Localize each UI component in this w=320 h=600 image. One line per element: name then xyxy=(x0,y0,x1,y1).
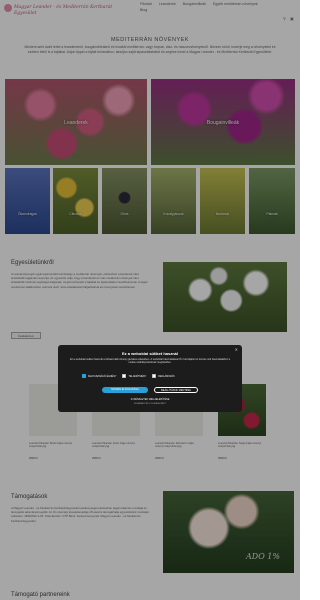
show-details-link[interactable]: ⚙ RÉSZLETEK MEGJELENÍTÉSE xyxy=(58,398,242,401)
cookie-categories: FELHASZNÁLÓI ÉLMÉNY TELJESÍTMÉNY REKLÁMO… xyxy=(82,374,242,378)
cookie-check-advertising[interactable]: REKLÁMOZÁS xyxy=(152,374,175,378)
cookie-check-performance[interactable]: TELJESÍTMÉNY xyxy=(122,374,146,378)
details-label: RÉSZLETEK MEGJELENÍTÉSE xyxy=(133,398,170,401)
checkbox-label: FELHASZNÁLÓI ÉLMÉNY xyxy=(88,374,117,378)
cookie-text: Ez a weboldal sütiket használ a felhaszn… xyxy=(69,358,231,365)
checkbox[interactable] xyxy=(152,374,157,378)
accept-all-button[interactable]: MINDEN ELFOGADÁSA xyxy=(102,387,148,393)
cookie-overlay xyxy=(0,0,300,600)
powered-by-link[interactable]: POWERED BY COOKIESCRIPT xyxy=(58,403,242,405)
cookie-title: Ez a weboldal sütiket használ xyxy=(121,351,178,356)
cookie-modal: ✕ Ez a weboldal sütiket használ Ez a web… xyxy=(58,345,242,412)
checkbox-label: TELJESÍTMÉNY xyxy=(128,374,147,378)
cookie-buttons: MINDEN ELFOGADÁSA BEÁLLÍTÁSOK MENTÉSE xyxy=(102,387,198,393)
checkbox-label: REKLÁMOZÁS xyxy=(158,374,175,378)
checkbox[interactable] xyxy=(122,374,127,378)
save-settings-button[interactable]: BEÁLLÍTÁSOK MENTÉSE xyxy=(154,387,198,393)
cookie-check-ux[interactable]: FELHASZNÁLÓI ÉLMÉNY xyxy=(82,374,116,378)
checkbox-checked[interactable] xyxy=(82,374,86,378)
